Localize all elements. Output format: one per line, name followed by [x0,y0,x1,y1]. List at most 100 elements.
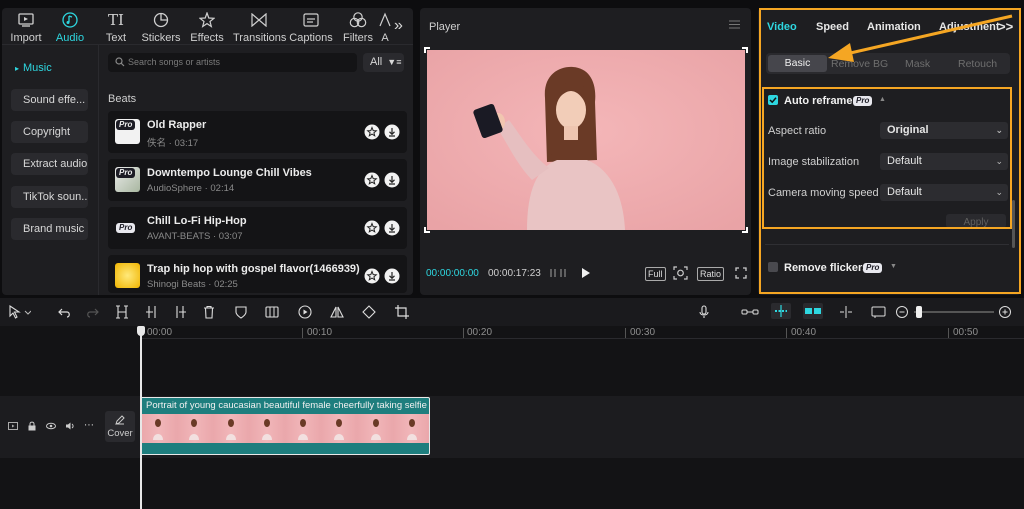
freeze-frame-icon[interactable] [265,305,279,319]
track-title: Chill Lo-Fi Hip-Hop [147,215,247,227]
track-title: Old Rapper [147,119,207,131]
edit-icon [115,415,125,425]
undo-icon[interactable] [58,305,72,319]
effects-icon [181,12,233,28]
captions-icon [285,12,337,28]
zoom-in-icon[interactable] [998,305,1012,319]
reverse-icon[interactable] [298,305,312,319]
more-icon[interactable]: ⋯ [84,421,94,434]
track-type-icon[interactable] [8,421,18,434]
track-title: Downtempo Lounge Chill Vibes [147,167,312,179]
stickers-icon [135,12,187,28]
favorite-icon[interactable] [364,268,380,284]
sidebar-item-tiktok-sounds[interactable]: TikTok soun... [11,186,88,208]
zoom-slider-handle[interactable] [916,306,922,318]
crop-icon[interactable] [395,305,409,319]
full-button[interactable]: Full [645,267,666,281]
track-meta: 佚名 · 03:17 [147,138,199,149]
link-icon[interactable] [741,305,759,319]
split-icon[interactable] [115,305,129,319]
tool-stickers[interactable]: Stickers [135,12,187,44]
sidebar-item-brand-music[interactable]: Brand music [11,218,88,240]
track-thumbnail [115,263,140,288]
preview-axis-icon[interactable] [871,305,887,319]
track-item[interactable]: Pro Old Rapper 佚名 · 03:17 [108,111,407,153]
track-header-icons: ⋯ [8,421,94,434]
tool-transitions[interactable]: Transitions [233,12,287,44]
fullscreen-icon[interactable] [735,267,747,282]
favorite-icon[interactable] [364,124,380,140]
tool-effects[interactable]: Effects [181,12,233,44]
track-item[interactable]: Trap hip hop with gospel flavor(1466939)… [108,255,407,293]
mirror-icon[interactable] [330,305,344,319]
favorite-icon[interactable] [364,220,380,236]
track-item[interactable]: Pro Downtempo Lounge Chill Vibes AudioSp… [108,159,407,201]
download-icon[interactable] [384,172,400,188]
waveform-icon[interactable] [549,267,567,282]
search-input[interactable]: Search songs or artists [108,53,357,72]
download-icon[interactable] [384,268,400,284]
player-menu-icon[interactable] [729,20,740,32]
tool-label: Audio [55,32,85,44]
zoom-slider[interactable] [914,306,994,318]
crop-handle[interactable] [742,227,748,233]
magnet-icon[interactable] [771,303,791,319]
track-item[interactable]: Pro Chill Lo-Fi Hip-Hop AVANT-BEATS · 03… [108,207,407,249]
microphone-icon[interactable] [697,305,711,319]
highlight-box-inner [762,87,1012,229]
fit-icon[interactable] [673,266,688,283]
sidebar-item-copyright[interactable]: Copyright [11,121,88,143]
ruler-line [140,338,1024,339]
crop-handle[interactable] [424,47,430,53]
filter-icon: ▼≡ [387,57,402,67]
filter-button[interactable]: All ▼≡ [363,53,404,72]
lock-icon[interactable] [27,421,37,434]
preview-frame[interactable] [427,50,745,230]
tool-audio[interactable]: Audio [44,12,96,44]
play-icon[interactable] [581,267,591,282]
ruler-mark [786,328,787,338]
playhead[interactable] [140,326,142,509]
eye-icon[interactable] [46,421,56,434]
ratio-button[interactable]: Ratio [697,267,725,281]
tool-label: Transitions [233,32,287,44]
tool-label: Captions [289,32,333,44]
download-icon[interactable] [384,220,400,236]
split-view-icon[interactable] [838,305,854,319]
more-tools-button[interactable]: » [394,17,403,35]
track-meta: Shinogi Beats · 02:25 [147,279,238,290]
select-tool-icon[interactable] [9,304,32,322]
shield-icon[interactable] [234,305,248,319]
sidebar-item-music[interactable]: ▸ Music [11,57,88,79]
download-icon[interactable] [384,124,400,140]
tool-label: Effects [190,32,224,44]
snap-icon[interactable] [803,303,823,319]
zoom-out-icon[interactable] [895,305,909,319]
playhead-handle[interactable] [137,326,145,336]
divider [2,44,413,45]
search-placeholder: Search songs or artists [128,57,221,67]
tool-captions[interactable]: Captions [285,12,337,44]
split-right-icon[interactable] [173,305,187,319]
audio-icon [44,12,96,28]
split-left-icon[interactable] [145,305,159,319]
current-time: 00:00:00:00 [426,268,479,279]
ruler-tick: 00:10 [307,327,333,338]
track-title: Trap hip hop with gospel flavor(1466939) [147,263,360,275]
cover-button[interactable]: Cover [105,411,135,442]
tool-label: Stickers [141,32,181,44]
crop-handle[interactable] [424,227,430,233]
clip-title: Portrait of young caucasian beautiful fe… [146,400,427,411]
sidebar-item-extract-audio[interactable]: Extract audio [11,153,88,175]
volume-icon[interactable] [65,421,75,434]
rotate-icon[interactable] [362,305,376,319]
ruler-tick: 00:30 [630,327,656,338]
favorite-icon[interactable] [364,172,380,188]
delete-icon[interactable] [202,305,216,319]
redo-icon[interactable] [85,305,99,319]
preview-image [427,50,745,230]
sidebar-item-sound-effects[interactable]: Sound effe... [11,89,88,111]
search-icon [115,57,125,70]
annotation-arrow [828,14,1013,62]
crop-handle[interactable] [742,47,748,53]
